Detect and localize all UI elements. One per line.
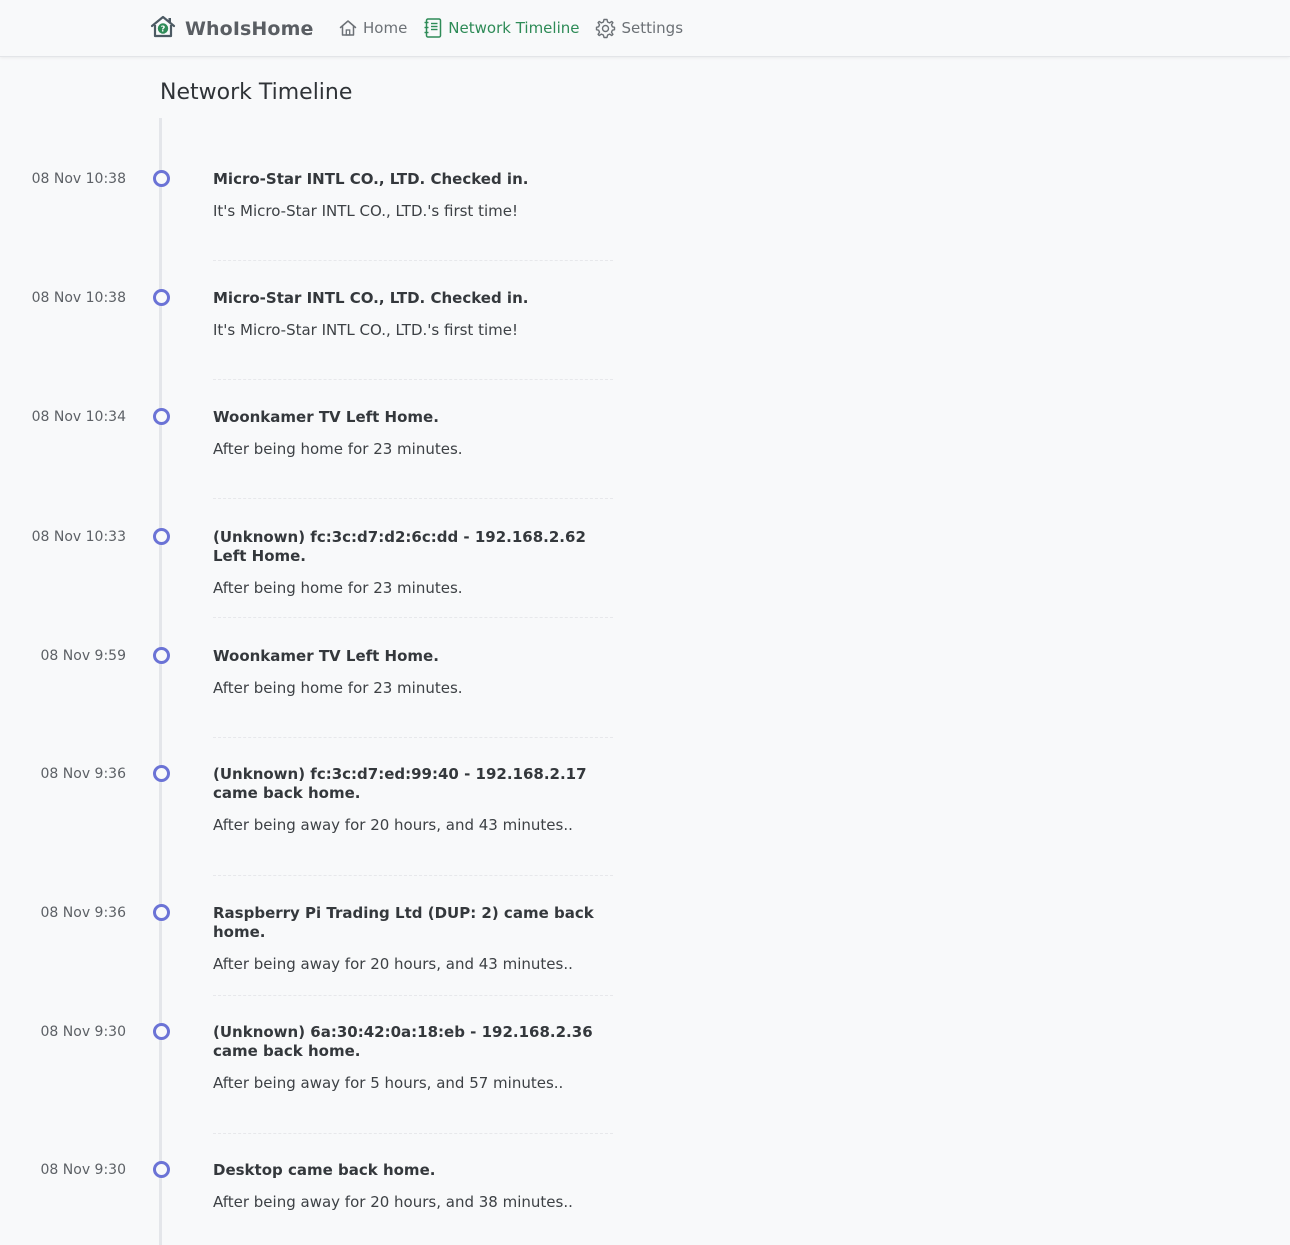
nav-home-label: Home <box>363 19 408 37</box>
event-title: (Unknown) 6a:30:42:0a:18:eb - 192.168.2.… <box>213 1023 593 1060</box>
svg-text:?: ? <box>161 25 166 34</box>
event-separator <box>213 995 613 996</box>
event-description: It's Micro-Star INTL CO., LTD.'s first t… <box>213 202 518 220</box>
event-time: 08 Nov 9:30 <box>40 1162 126 1178</box>
timeline-dot-icon <box>153 170 170 187</box>
event-title: Woonkamer TV Left Home. <box>213 408 439 426</box>
event-time: 08 Nov 9:59 <box>40 648 126 664</box>
event-body: Micro-Star INTL CO., LTD. Checked in. It… <box>213 170 623 221</box>
event-description: After being away for 5 hours, and 57 min… <box>213 1074 564 1092</box>
event-separator <box>213 617 613 618</box>
house-question-icon: ? <box>150 15 176 43</box>
event-title: Desktop came back home. <box>213 1161 436 1179</box>
event-time: 08 Nov 10:38 <box>31 290 126 306</box>
timeline-dot-icon <box>153 528 170 545</box>
gear-icon <box>595 18 616 39</box>
event-body: (Unknown) fc:3c:d7:ed:99:40 - 192.168.2.… <box>213 765 623 835</box>
brand[interactable]: ? WhoIsHome <box>150 15 314 43</box>
nav-settings[interactable]: Settings <box>595 16 683 40</box>
main-nav: Home Network Timeline Settings <box>338 16 683 40</box>
event-time: 08 Nov 9:36 <box>40 905 126 921</box>
event-description: After being home for 23 minutes. <box>213 440 463 458</box>
event-separator <box>213 737 613 738</box>
event-title: Micro-Star INTL CO., LTD. Checked in. <box>213 289 529 307</box>
nav-network-timeline[interactable]: Network Timeline <box>423 16 579 40</box>
event-description: After being home for 23 minutes. <box>213 579 463 597</box>
nav-home[interactable]: Home <box>338 16 407 40</box>
brand-name: WhoIsHome <box>185 18 314 40</box>
event-body: (Unknown) fc:3c:d7:d2:6c:dd - 192.168.2.… <box>213 528 623 598</box>
event-separator <box>213 1133 613 1134</box>
event-separator <box>213 260 613 261</box>
nav-network-timeline-label: Network Timeline <box>448 19 580 37</box>
timeline-dot-icon <box>153 765 170 782</box>
page-title: Network Timeline <box>160 80 353 105</box>
timeline-dot-icon <box>153 1161 170 1178</box>
event-body: Desktop came back home. After being away… <box>213 1161 623 1212</box>
navbar: ? WhoIsHome Home Network Timeline Settin… <box>0 0 1290 57</box>
timeline-dot-icon <box>153 904 170 921</box>
event-time: 08 Nov 10:33 <box>31 529 126 545</box>
event-body: Woonkamer TV Left Home. After being home… <box>213 647 623 698</box>
event-title: Woonkamer TV Left Home. <box>213 647 439 665</box>
timeline-dot-icon <box>153 647 170 664</box>
event-body: Woonkamer TV Left Home. After being home… <box>213 408 623 459</box>
event-time: 08 Nov 10:34 <box>31 409 126 425</box>
event-separator <box>213 875 613 876</box>
event-title: (Unknown) fc:3c:d7:ed:99:40 - 192.168.2.… <box>213 765 587 802</box>
event-time: 08 Nov 9:36 <box>40 766 126 782</box>
event-title: (Unknown) fc:3c:d7:d2:6c:dd - 192.168.2.… <box>213 528 586 565</box>
event-description: After being away for 20 hours, and 43 mi… <box>213 816 573 834</box>
house-icon <box>338 18 358 38</box>
event-separator <box>213 379 613 380</box>
timeline-line <box>159 118 162 1245</box>
timeline-dot-icon <box>153 289 170 306</box>
event-description: After being home for 23 minutes. <box>213 679 463 697</box>
event-description: After being away for 20 hours, and 38 mi… <box>213 1193 573 1211</box>
event-body: Raspberry Pi Trading Ltd (DUP: 2) came b… <box>213 904 623 974</box>
event-title: Micro-Star INTL CO., LTD. Checked in. <box>213 170 529 188</box>
timeline-dot-icon <box>153 408 170 425</box>
event-body: (Unknown) 6a:30:42:0a:18:eb - 192.168.2.… <box>213 1023 623 1093</box>
event-description: It's Micro-Star INTL CO., LTD.'s first t… <box>213 321 518 339</box>
event-description: After being away for 20 hours, and 43 mi… <box>213 955 573 973</box>
nav-settings-label: Settings <box>621 19 684 37</box>
timeline-dot-icon <box>153 1023 170 1040</box>
event-body: Micro-Star INTL CO., LTD. Checked in. It… <box>213 289 623 340</box>
event-title: Raspberry Pi Trading Ltd (DUP: 2) came b… <box>213 904 594 941</box>
journal-icon <box>423 17 443 39</box>
event-time: 08 Nov 9:30 <box>40 1024 126 1040</box>
event-separator <box>213 498 613 499</box>
event-time: 08 Nov 10:38 <box>31 171 126 187</box>
